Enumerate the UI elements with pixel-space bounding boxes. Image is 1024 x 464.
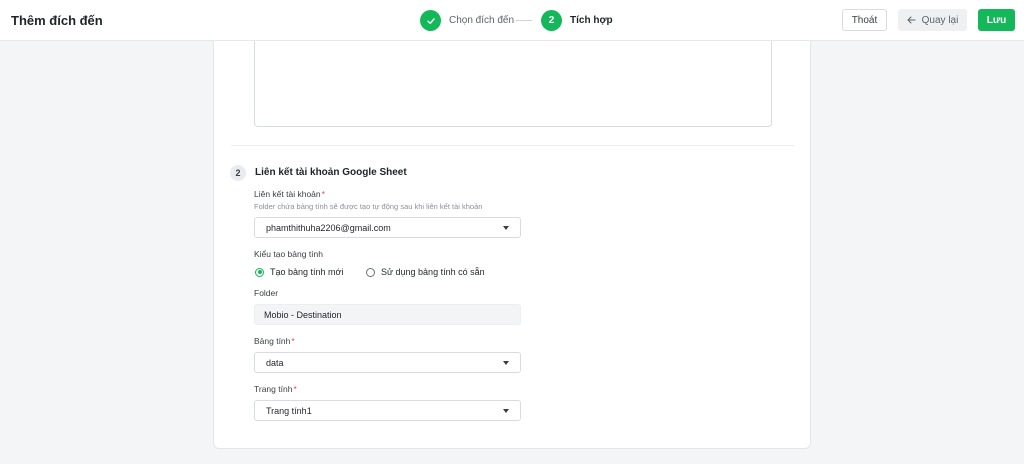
account-label-text: Liên kết tài khoản <box>254 189 321 199</box>
step-1-label[interactable]: Chọn đích đến <box>449 15 514 26</box>
spreadsheet-label-text: Bảng tính <box>254 336 291 346</box>
required-mark: * <box>321 189 325 199</box>
creation-type-label: Kiểu tạo bảng tính <box>254 249 324 259</box>
text-area[interactable] <box>254 41 772 127</box>
account-select[interactable]: phamthithuha2206@gmail.com <box>254 217 521 238</box>
caret-down-icon <box>503 226 509 230</box>
step-connector <box>516 20 532 21</box>
required-mark: * <box>291 336 295 346</box>
step-2-active-badge: 2 <box>541 10 562 31</box>
sheet-select-value: Trang tính1 <box>266 406 312 416</box>
top-bar: Thêm đích đến Chọn đích đến 2 Tích hợp T… <box>0 0 1024 41</box>
required-mark: * <box>293 384 297 394</box>
arrow-left-icon <box>907 16 916 24</box>
folder-label: Folder <box>254 288 279 298</box>
radio-use-existing-label: Sử dụng bảng tính có sẵn <box>381 267 485 277</box>
folder-input: Mobio - Destination <box>254 304 521 325</box>
caret-down-icon <box>503 361 509 365</box>
radio-unchecked-icon[interactable] <box>366 267 375 277</box>
account-label: Liên kết tài khoản* <box>254 189 325 199</box>
radio-checked-icon[interactable] <box>255 267 264 277</box>
spreadsheet-label: Bảng tính* <box>254 336 295 346</box>
form-card: 2 Liên kết tài khoản Google Sheet Liên k… <box>213 41 811 449</box>
radio-use-existing[interactable]: Sử dụng bảng tính có sẵn <box>366 266 485 278</box>
section-title: Liên kết tài khoản Google Sheet <box>255 167 407 178</box>
account-select-value: phamthithuha2206@gmail.com <box>266 223 391 233</box>
back-button-label: Quay lại <box>921 14 959 26</box>
back-button[interactable]: Quay lại <box>898 9 967 31</box>
section-number-badge: 2 <box>230 165 246 181</box>
sheet-label-text: Trang tính <box>254 384 293 394</box>
spreadsheet-select-value: data <box>266 358 284 368</box>
exit-button[interactable]: Thoát <box>842 9 887 31</box>
section-divider <box>231 145 795 146</box>
caret-down-icon <box>503 409 509 413</box>
save-button[interactable]: Lưu <box>978 9 1015 31</box>
sheet-label: Trang tính* <box>254 384 297 394</box>
account-hint: Folder chứa bảng tính sẽ được tạo tự độn… <box>254 202 483 211</box>
spreadsheet-select[interactable]: data <box>254 352 521 373</box>
radio-create-new-label: Tạo bảng tính mới <box>270 267 344 277</box>
step-1-done-badge <box>420 10 441 31</box>
page-title: Thêm đích đến <box>11 13 103 28</box>
folder-input-value: Mobio - Destination <box>264 310 342 320</box>
check-icon <box>426 17 435 24</box>
radio-create-new[interactable]: Tạo bảng tính mới <box>255 266 343 278</box>
step-2-label[interactable]: Tích hợp <box>570 15 613 26</box>
sheet-select[interactable]: Trang tính1 <box>254 400 521 421</box>
